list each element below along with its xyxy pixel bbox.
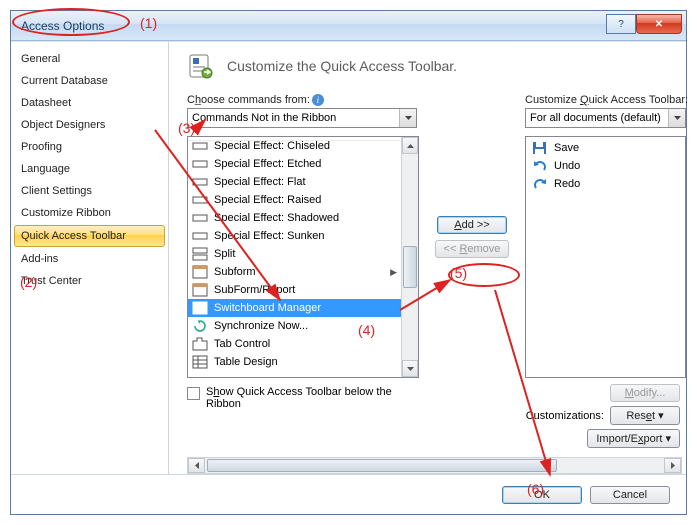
command-label: Special Effect: Shadowed bbox=[214, 212, 339, 224]
rect-icon bbox=[192, 138, 208, 154]
choose-commands-label: Ch̲oose commands from:i bbox=[187, 94, 419, 106]
sidebar-item-quick-access-toolbar[interactable]: Quick Access Toolbar bbox=[14, 225, 165, 247]
page-heading: Customize the Quick Access Toolbar. bbox=[227, 58, 457, 74]
qat-label: Redo bbox=[554, 178, 580, 190]
command-label: Synchronize Now... bbox=[214, 320, 308, 332]
command-item[interactable]: SubForm/Report bbox=[188, 281, 401, 299]
info-icon[interactable]: i bbox=[312, 94, 324, 106]
command-item[interactable]: Special Effect: Sunken bbox=[188, 227, 401, 245]
split-icon bbox=[192, 246, 208, 262]
switch-icon bbox=[192, 300, 208, 316]
qat-item[interactable]: Undo bbox=[528, 157, 683, 175]
show-below-checkbox[interactable] bbox=[187, 387, 200, 400]
sidebar-item-current-database[interactable]: Current Database bbox=[11, 70, 168, 92]
tab-icon bbox=[192, 336, 208, 352]
command-item[interactable]: Tab Control bbox=[188, 335, 401, 353]
sidebar-item-proofing[interactable]: Proofing bbox=[11, 136, 168, 158]
sidebar-item-add-ins[interactable]: Add-ins bbox=[11, 248, 168, 270]
category-sidebar: GeneralCurrent DatabaseDatasheetObject D… bbox=[11, 42, 169, 474]
qat-item[interactable]: Save bbox=[528, 139, 683, 157]
scroll-up-button[interactable] bbox=[402, 137, 418, 154]
command-item[interactable]: Split bbox=[188, 245, 401, 263]
sync-icon bbox=[192, 318, 208, 334]
command-label: Special Effect: Sunken bbox=[214, 230, 324, 242]
sidebar-item-client-settings[interactable]: Client Settings bbox=[11, 180, 168, 202]
rect-icon bbox=[192, 174, 208, 190]
help-button[interactable]: ? bbox=[606, 14, 636, 34]
commands-scrollbar[interactable] bbox=[401, 137, 418, 377]
save-icon bbox=[532, 140, 548, 156]
command-item[interactable]: Table Design bbox=[188, 353, 401, 371]
scroll-right-button[interactable] bbox=[664, 458, 681, 473]
submenu-arrow-icon: ▶ bbox=[390, 267, 397, 278]
customizations-label: Customizations: bbox=[526, 410, 604, 422]
customize-qat-dropdown[interactable]: For all documents (default) bbox=[525, 108, 686, 128]
rect-icon bbox=[192, 228, 208, 244]
command-item[interactable]: Switchboard Manager bbox=[188, 299, 401, 317]
command-label: Switchboard Manager bbox=[214, 302, 321, 314]
show-below-label: Show Quick Access Toolbar below the Ribb… bbox=[206, 386, 419, 410]
commands-list[interactable]: Special Effect: Chiseled Special Effect: … bbox=[187, 136, 419, 378]
command-label: Special Effect: Raised bbox=[214, 194, 321, 206]
sidebar-item-datasheet[interactable]: Datasheet bbox=[11, 92, 168, 114]
command-label: Special Effect: Etched bbox=[214, 158, 321, 170]
form-icon bbox=[192, 264, 208, 280]
reset-button[interactable]: Reset ▾ bbox=[610, 406, 680, 425]
command-item[interactable]: Special Effect: Raised bbox=[188, 191, 401, 209]
dropdown-arrow-icon bbox=[399, 109, 416, 127]
qat-label: Undo bbox=[554, 160, 580, 172]
command-item[interactable]: Subform ▶ bbox=[188, 263, 401, 281]
qat-label: Save bbox=[554, 142, 579, 154]
choose-commands-value: Commands Not in the Ribbon bbox=[192, 112, 336, 124]
remove-button[interactable]: << Remove bbox=[435, 240, 510, 258]
undo-icon bbox=[532, 158, 548, 174]
command-label: Tab Control bbox=[214, 338, 270, 350]
title-bar: Access Options ? ✕ bbox=[11, 11, 686, 41]
sidebar-item-language[interactable]: Language bbox=[11, 158, 168, 180]
qat-item[interactable]: Redo bbox=[528, 175, 683, 193]
cancel-button[interactable]: Cancel bbox=[590, 486, 670, 504]
window-title: Access Options bbox=[21, 19, 606, 33]
command-label: Special Effect: Flat bbox=[214, 176, 306, 188]
grid-icon bbox=[192, 354, 208, 370]
customize-qat-value: For all documents (default) bbox=[530, 112, 661, 124]
dropdown-arrow-icon bbox=[668, 109, 685, 127]
rect-icon bbox=[192, 156, 208, 172]
hscroll-thumb[interactable] bbox=[207, 459, 557, 472]
customize-qat-label: Customize Quick Access Toolbar: bbox=[525, 94, 686, 106]
sidebar-item-general[interactable]: General bbox=[11, 48, 168, 70]
command-label: Table Design bbox=[214, 356, 278, 368]
sidebar-item-customize-ribbon[interactable]: Customize Ribbon bbox=[11, 202, 168, 224]
command-item[interactable]: Special Effect: Chiseled bbox=[188, 137, 401, 155]
redo-icon bbox=[532, 176, 548, 192]
ok-button[interactable]: OK bbox=[502, 486, 582, 504]
import-export-button[interactable]: Import/Export ▾ bbox=[587, 429, 680, 448]
command-label: SubForm/Report bbox=[214, 284, 295, 296]
rect-icon bbox=[192, 210, 208, 226]
sidebar-item-trust-center[interactable]: Trust Center bbox=[11, 270, 168, 292]
command-item[interactable]: Special Effect: Flat bbox=[188, 173, 401, 191]
command-item[interactable]: Synchronize Now... bbox=[188, 317, 401, 335]
scroll-left-button[interactable] bbox=[188, 458, 205, 473]
modify-button[interactable]: Modify... bbox=[610, 384, 680, 402]
scroll-down-button[interactable] bbox=[402, 360, 418, 377]
add-button[interactable]: Add >> bbox=[437, 216, 507, 234]
sidebar-item-object-designers[interactable]: Object Designers bbox=[11, 114, 168, 136]
command-item[interactable]: Special Effect: Shadowed bbox=[188, 209, 401, 227]
form-icon bbox=[192, 282, 208, 298]
choose-commands-dropdown[interactable]: Commands Not in the Ribbon bbox=[187, 108, 417, 128]
horizontal-scrollbar[interactable] bbox=[187, 457, 682, 474]
header-icon bbox=[187, 52, 215, 80]
command-label: Split bbox=[214, 248, 235, 260]
command-label: Special Effect: Chiseled bbox=[214, 140, 330, 152]
command-label: Subform bbox=[214, 266, 256, 278]
qat-list[interactable]: Save Undo Redo bbox=[525, 136, 686, 378]
scroll-thumb[interactable] bbox=[403, 246, 417, 288]
rect-icon bbox=[192, 192, 208, 208]
command-item[interactable]: Special Effect: Etched bbox=[188, 155, 401, 173]
close-button[interactable]: ✕ bbox=[636, 14, 682, 34]
